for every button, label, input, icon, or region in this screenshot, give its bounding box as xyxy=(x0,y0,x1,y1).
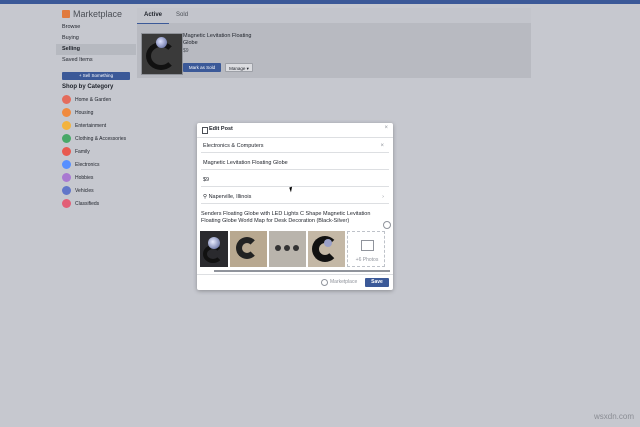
tab-active[interactable]: Active xyxy=(137,8,170,24)
photo-thumbnail[interactable] xyxy=(269,231,306,267)
category-item[interactable]: Clothing & Accessories xyxy=(56,132,136,145)
category-label: Home & Garden xyxy=(75,96,112,103)
watermark: wsxdn.com xyxy=(593,412,634,421)
dialog-footer: Marketplace Save xyxy=(197,274,393,291)
globe-icon xyxy=(321,279,328,286)
category-icon xyxy=(62,108,71,117)
category-item[interactable]: Hobbies xyxy=(56,171,136,184)
edit-post-dialog: Edit Post × Electronics & Computers × Ma… xyxy=(197,123,393,290)
tab-sold[interactable]: Sold xyxy=(169,8,195,23)
location-row: ⚲ Naperville, Illinois xyxy=(203,191,251,203)
price-value: $9 xyxy=(203,177,210,183)
tab-bar: Active Sold xyxy=(137,8,531,24)
category-icon xyxy=(62,173,71,182)
image-icon xyxy=(361,240,374,251)
price-field[interactable]: $9 xyxy=(201,174,389,187)
category-label: Hobbies xyxy=(75,174,94,181)
photo-thumbnail[interactable] xyxy=(308,231,345,267)
category-label: Vehicles xyxy=(75,187,94,194)
shop-by-category-heading: Shop by Category xyxy=(62,84,114,90)
category-item[interactable]: Housing xyxy=(56,106,136,119)
category-label: Entertainment xyxy=(75,122,107,129)
category-icon xyxy=(62,95,71,104)
top-bar xyxy=(0,0,640,4)
category-item[interactable]: Classifieds xyxy=(56,197,136,210)
photo-strip: +6 Photos xyxy=(200,231,390,269)
category-label: Classifieds xyxy=(75,200,100,207)
category-label: Clothing & Accessories xyxy=(75,135,127,142)
add-more-photos-button[interactable]: +6 Photos xyxy=(347,231,385,267)
category-item[interactable]: Electronics xyxy=(56,158,136,171)
category-icon xyxy=(62,186,71,195)
category-label: Electronics xyxy=(75,161,100,168)
audience-label[interactable]: Marketplace xyxy=(330,279,357,285)
category-item[interactable]: Home & Garden xyxy=(56,93,136,106)
manage-dropdown[interactable]: Manage ▾ xyxy=(225,63,253,72)
listings-panel: Active Sold Magnetic Levitation Floating… xyxy=(137,8,531,78)
category-icon xyxy=(62,147,71,156)
category-label: Family xyxy=(75,148,90,155)
listing-thumbnail[interactable] xyxy=(141,33,183,75)
category-icon xyxy=(62,199,71,208)
marketplace-header[interactable]: Marketplace xyxy=(62,6,136,22)
description-field[interactable]: Senders Floating Globe with LED Lights C… xyxy=(201,211,381,225)
nav-browse[interactable]: Browse xyxy=(56,22,136,33)
nav-selling[interactable]: Selling xyxy=(56,44,136,55)
more-photos-label: +6 Photos xyxy=(355,257,379,263)
nav-saved-items[interactable]: Saved Items xyxy=(56,55,136,66)
category-item[interactable]: Entertainment xyxy=(56,119,136,132)
marketplace-icon xyxy=(62,10,70,18)
dialog-header: Edit Post × xyxy=(197,123,393,138)
nav-buying[interactable]: Buying xyxy=(56,33,136,44)
mark-as-sold-button[interactable]: Mark as Sold xyxy=(183,63,221,72)
close-icon[interactable]: × xyxy=(384,125,388,131)
photo-scrollbar[interactable] xyxy=(214,270,390,272)
listing-title[interactable]: Magnetic Levitation Floating Globe xyxy=(183,33,253,47)
category-icon xyxy=(62,121,71,130)
category-icon xyxy=(62,134,71,143)
listing-price: $9 xyxy=(183,48,189,54)
category-value: Electronics & Computers xyxy=(203,143,264,149)
save-button[interactable]: Save xyxy=(365,278,389,287)
emoji-icon[interactable] xyxy=(383,221,391,229)
dialog-title: Edit Post xyxy=(209,126,233,132)
edit-icon xyxy=(202,127,208,134)
category-item[interactable]: Family xyxy=(56,145,136,158)
title-value: Magnetic Levitation Floating Globe xyxy=(203,160,288,166)
category-icon xyxy=(62,160,71,169)
photo-thumbnail[interactable] xyxy=(230,231,267,267)
location-field[interactable]: ⚲ Naperville, Illinois › xyxy=(201,191,389,204)
sell-something-button[interactable]: + Sell Something xyxy=(62,72,130,80)
category-item[interactable]: Vehicles xyxy=(56,184,136,197)
category-label: Housing xyxy=(75,109,94,116)
title-field[interactable]: Magnetic Levitation Floating Globe xyxy=(201,157,389,170)
clear-category-icon[interactable]: × xyxy=(380,140,384,152)
photo-thumbnail[interactable] xyxy=(200,231,228,267)
marketplace-title: Marketplace xyxy=(73,9,123,19)
category-field[interactable]: Electronics & Computers × xyxy=(201,140,389,153)
sidebar: Marketplace Browse Buying Selling Saved … xyxy=(56,6,136,210)
chevron-right-icon: › xyxy=(382,194,384,200)
location-value: Naperville, Illinois xyxy=(208,194,252,200)
